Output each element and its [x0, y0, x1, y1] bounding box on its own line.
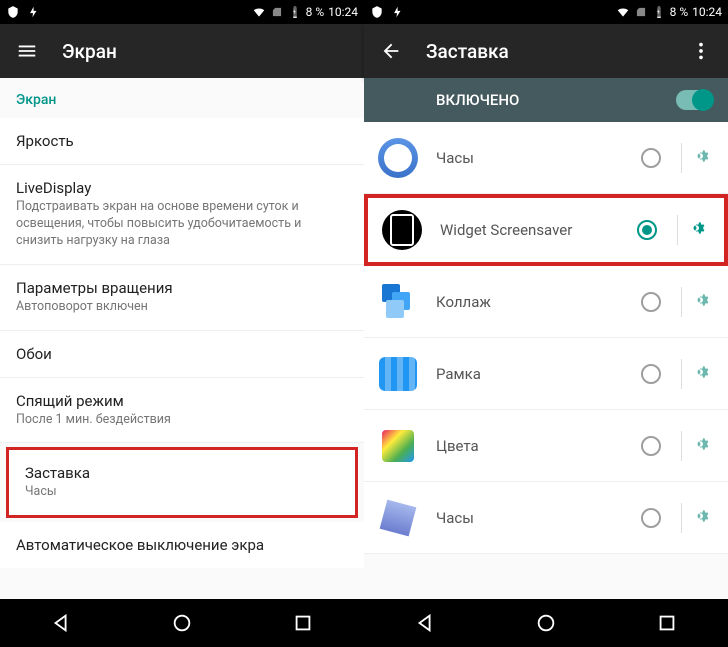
- no-sim-icon: [634, 5, 648, 19]
- appbar: Заставка: [364, 24, 728, 78]
- collage-icon: [378, 282, 418, 322]
- clock-time: 10:24: [328, 5, 358, 19]
- menu-icon[interactable]: [16, 40, 38, 62]
- radio-button[interactable]: [641, 364, 661, 384]
- cube-icon: [378, 498, 418, 538]
- saver-label: Рамка: [436, 365, 641, 383]
- page-title: Экран: [62, 40, 117, 63]
- saver-row-collage[interactable]: Коллаж: [364, 266, 728, 338]
- saver-label: Widget Screensaver: [440, 221, 637, 239]
- wifi-icon: [616, 5, 630, 19]
- saver-row-frame[interactable]: Рамка: [364, 338, 728, 410]
- row-screensaver[interactable]: Заставка Часы: [6, 447, 358, 518]
- navbar: [364, 599, 728, 647]
- battery-percent: 8 %: [670, 5, 689, 19]
- home-button[interactable]: [535, 612, 557, 634]
- saver-row-widget[interactable]: Widget Screensaver: [364, 194, 728, 266]
- radio-button[interactable]: [641, 436, 661, 456]
- enabled-label: ВКЛЮЧЕНО: [436, 91, 519, 109]
- radio-button[interactable]: [641, 148, 661, 168]
- bolt-icon: [390, 5, 404, 19]
- divider: [681, 143, 682, 173]
- recents-button[interactable]: [656, 612, 678, 634]
- saver-label: Часы: [436, 149, 641, 167]
- navbar: [0, 599, 364, 647]
- shield-icon: [370, 5, 384, 19]
- gear-icon[interactable]: [688, 217, 710, 243]
- recents-button[interactable]: [292, 612, 314, 634]
- saver-label: Часы: [436, 509, 641, 527]
- saver-label: Коллаж: [436, 293, 641, 311]
- frame-icon: [378, 354, 418, 394]
- home-button[interactable]: [171, 612, 193, 634]
- back-icon[interactable]: [380, 40, 402, 62]
- statusbar: 8 % 10:24: [364, 0, 728, 24]
- section-label: Экран: [0, 78, 364, 118]
- gear-icon[interactable]: [692, 361, 714, 387]
- phone-right: 8 % 10:24 Заставка ВКЛЮЧЕНО Часы Widget S…: [364, 0, 728, 647]
- settings-list: Экран Яркость LiveDisplay Подстраивать э…: [0, 78, 364, 599]
- page-title: Заставка: [426, 40, 509, 63]
- saver-row-cube[interactable]: Часы: [364, 482, 728, 554]
- gear-icon[interactable]: [692, 289, 714, 315]
- row-wallpaper[interactable]: Обои: [0, 331, 364, 378]
- shield-icon: [6, 5, 20, 19]
- appbar: Экран: [0, 24, 364, 78]
- back-button[interactable]: [414, 612, 436, 634]
- divider: [677, 215, 678, 245]
- screensaver-list: Часы Widget Screensaver Коллаж Рамка Цвета Ча…: [364, 122, 728, 599]
- enabled-bar[interactable]: ВКЛЮЧЕНО: [364, 78, 728, 122]
- row-livedisplay[interactable]: LiveDisplay Подстраивать экран на основе…: [0, 165, 364, 265]
- saver-row-clock[interactable]: Часы: [364, 122, 728, 194]
- row-rotation[interactable]: Параметры вращения Автоповорот включен: [0, 265, 364, 331]
- radio-button[interactable]: [641, 508, 661, 528]
- saver-row-colors[interactable]: Цвета: [364, 410, 728, 482]
- battery-percent: 8 %: [306, 5, 325, 19]
- battery-icon: [652, 5, 666, 19]
- clock-icon: [378, 138, 418, 178]
- gear-icon[interactable]: [692, 505, 714, 531]
- wifi-icon: [252, 5, 266, 19]
- row-sleep[interactable]: Спящий режим После 1 мин. бездействия: [0, 378, 364, 444]
- bolt-icon: [26, 5, 40, 19]
- battery-icon: [288, 5, 302, 19]
- widget-icon: [382, 210, 422, 250]
- divider: [681, 503, 682, 533]
- no-sim-icon: [270, 5, 284, 19]
- row-brightness[interactable]: Яркость: [0, 118, 364, 165]
- clock-time: 10:24: [692, 5, 722, 19]
- back-button[interactable]: [50, 612, 72, 634]
- divider: [681, 287, 682, 317]
- gear-icon[interactable]: [692, 145, 714, 171]
- radio-button[interactable]: [641, 292, 661, 312]
- gear-icon[interactable]: [692, 433, 714, 459]
- row-truncated[interactable]: Автоматическое выключение экра: [0, 522, 364, 568]
- colors-icon: [378, 426, 418, 466]
- divider: [681, 431, 682, 461]
- saver-label: Цвета: [436, 437, 641, 455]
- divider: [681, 359, 682, 389]
- statusbar: 8 % 10:24: [0, 0, 364, 24]
- overflow-icon[interactable]: [690, 40, 712, 62]
- radio-button[interactable]: [637, 220, 657, 240]
- phone-left: 8 % 10:24 Экран Экран Яркость LiveDispla…: [0, 0, 364, 647]
- master-switch[interactable]: [676, 90, 712, 110]
